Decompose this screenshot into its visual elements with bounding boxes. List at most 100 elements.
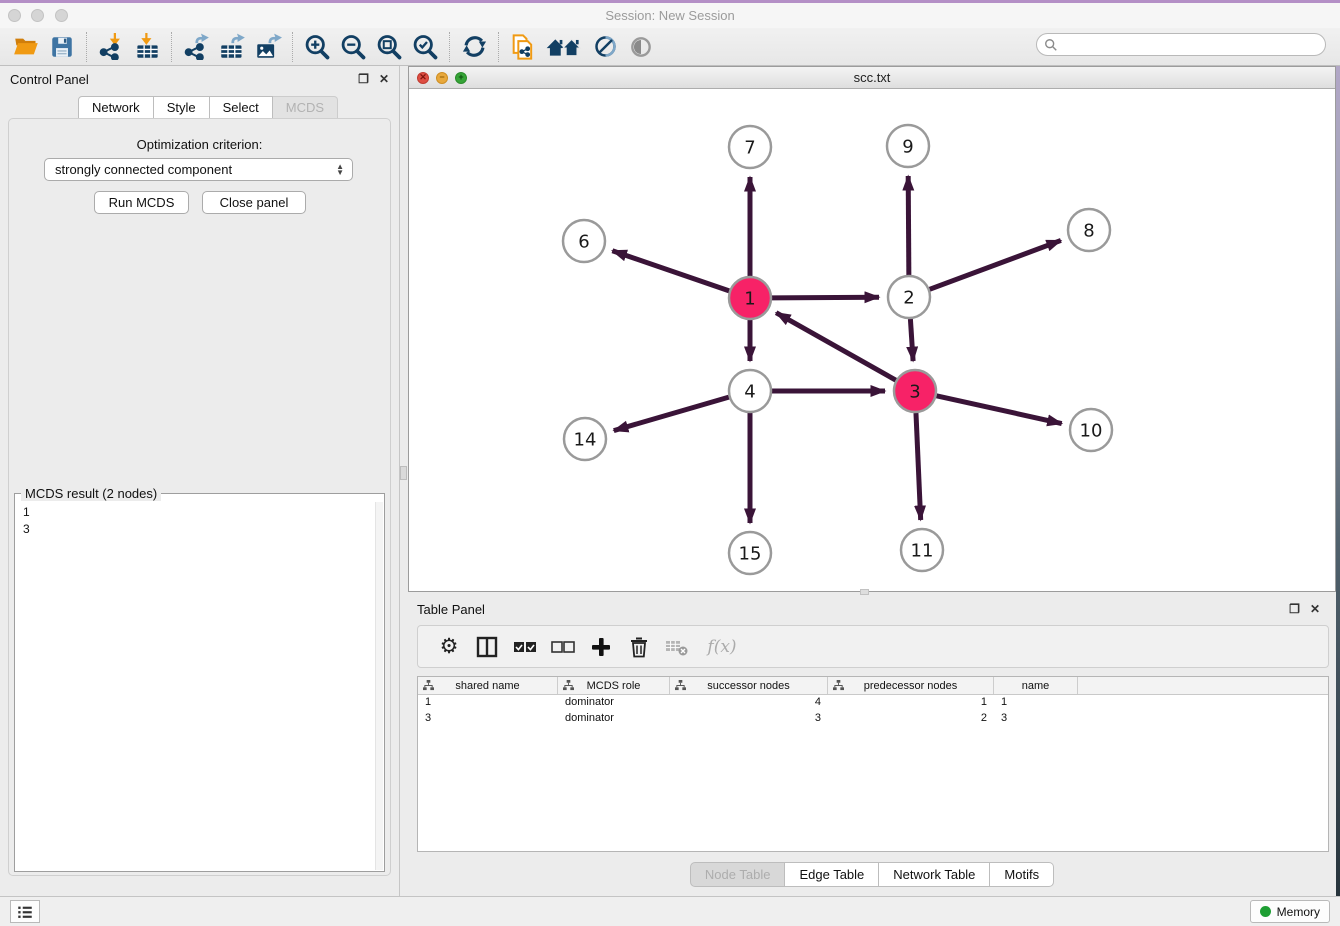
control-panel-close-button[interactable]: ✕	[379, 72, 389, 86]
edge-4-14[interactable]	[614, 397, 729, 430]
table-cell[interactable]: 3	[418, 711, 558, 727]
tab-select[interactable]: Select	[210, 96, 273, 119]
table-settings-button[interactable]: ⚙	[436, 634, 462, 660]
graph-node-3[interactable]: 3	[894, 370, 936, 412]
network-graph-canvas[interactable]: 7 9 6 8 1 2 4 3 14 10 15 11	[409, 89, 1335, 591]
memory-button[interactable]: Memory	[1250, 900, 1330, 923]
node-table-body: 1dominator4113dominator323	[418, 695, 1328, 727]
search-input[interactable]	[1063, 38, 1325, 52]
table-cell[interactable]: 4	[670, 695, 828, 711]
column-header-shared-name[interactable]: shared name	[418, 677, 558, 694]
column-header-MCDS-role[interactable]: MCDS role	[558, 677, 670, 694]
edge-3-10[interactable]	[936, 396, 1061, 424]
tab-mcds[interactable]: MCDS	[273, 96, 338, 119]
table-panel-float-button[interactable]: ❐	[1289, 602, 1300, 616]
search-box[interactable]	[1036, 33, 1326, 56]
graph-node-2[interactable]: 2	[888, 276, 930, 318]
table-cell[interactable]: 1	[994, 695, 1078, 711]
zoom-window-button[interactable]	[55, 9, 68, 22]
column-header-name[interactable]: name	[994, 677, 1078, 694]
export-network-button[interactable]	[181, 32, 211, 62]
import-table-button[interactable]	[132, 32, 162, 62]
table-row[interactable]: 1dominator411	[418, 695, 1328, 711]
add-column-button[interactable]	[588, 634, 614, 660]
graph-node-6[interactable]: 6	[563, 220, 605, 262]
table-cell[interactable]: 1	[828, 695, 994, 711]
edge-2-3[interactable]	[910, 319, 913, 361]
graph-node-8[interactable]: 8	[1068, 209, 1110, 251]
zoom-fit-content-button[interactable]	[374, 32, 404, 62]
graph-node-15[interactable]: 15	[729, 532, 771, 574]
select-all-rows-button[interactable]	[512, 634, 538, 660]
minimize-window-button[interactable]	[31, 9, 44, 22]
export-image-button[interactable]	[253, 32, 283, 62]
status-bar: Memory	[0, 896, 1340, 926]
graph-node-1[interactable]: 1	[729, 277, 771, 319]
graph-node-9[interactable]: 9	[887, 125, 929, 167]
save-session-button[interactable]	[47, 32, 77, 62]
edge-3-1[interactable]	[776, 313, 896, 380]
table-cell[interactable]: 3	[670, 711, 828, 727]
import-table-icon	[134, 33, 161, 60]
column-header-predecessor-nodes[interactable]: predecessor nodes	[828, 677, 994, 694]
tab-style[interactable]: Style	[154, 96, 210, 119]
column-tree-icon	[563, 680, 574, 691]
zoom-out-button[interactable]	[338, 32, 368, 62]
graph-node-14[interactable]: 14	[564, 418, 606, 460]
edge-2-8[interactable]	[930, 240, 1061, 289]
edge-3-11[interactable]	[916, 413, 921, 520]
table-cell[interactable]: dominator	[558, 711, 670, 727]
table-row[interactable]: 3dominator323	[418, 711, 1328, 727]
control-panel-float-button[interactable]: ❐	[358, 72, 369, 86]
show-all-button[interactable]	[626, 32, 656, 62]
column-layout-button[interactable]	[474, 634, 500, 660]
horizontal-splitter-grip[interactable]	[860, 589, 869, 595]
refresh-icon	[461, 33, 488, 60]
tab-motifs[interactable]: Motifs	[990, 862, 1054, 887]
deselect-all-rows-button[interactable]	[550, 634, 576, 660]
table-panel-close-button[interactable]: ✕	[1310, 602, 1320, 616]
zoom-selected-button[interactable]	[410, 32, 440, 62]
open-folder-icon	[13, 33, 40, 60]
export-table-button[interactable]	[217, 32, 247, 62]
table-cell[interactable]: 2	[828, 711, 994, 727]
delete-column-button[interactable]	[626, 634, 652, 660]
tab-network-table[interactable]: Network Table	[879, 862, 990, 887]
graph-node-7[interactable]: 7	[729, 126, 771, 168]
column-header-successor-nodes[interactable]: successor nodes	[670, 677, 828, 694]
close-panel-button[interactable]: Close panel	[202, 191, 306, 214]
search-icon	[1044, 38, 1058, 52]
tab-edge-table[interactable]: Edge Table	[785, 862, 879, 887]
function-builder-button[interactable]: f(x)	[702, 634, 742, 660]
duplicate-network-button[interactable]	[508, 32, 538, 62]
home-view-button[interactable]	[544, 32, 584, 62]
import-network-button[interactable]	[96, 32, 126, 62]
open-session-button[interactable]	[11, 32, 41, 62]
run-mcds-button[interactable]: Run MCDS	[94, 191, 189, 214]
table-cell[interactable]: dominator	[558, 695, 670, 711]
delete-table-button[interactable]	[664, 634, 690, 660]
edge-1-6[interactable]	[612, 251, 729, 291]
vertical-splitter[interactable]	[399, 66, 408, 896]
vertical-splitter-grip[interactable]	[400, 466, 407, 480]
criterion-dropdown[interactable]: strongly connected component ▲▼	[44, 158, 353, 181]
tab-network[interactable]: Network	[78, 96, 154, 119]
memory-button-label: Memory	[1277, 905, 1320, 919]
unchecked-boxes-icon	[551, 639, 575, 655]
hide-selected-button[interactable]	[590, 32, 620, 62]
mcds-result-text[interactable]: 13	[16, 502, 375, 870]
mcds-result-scrollbar[interactable]	[375, 502, 383, 870]
edge-2-9[interactable]	[908, 176, 909, 275]
close-window-button[interactable]	[8, 9, 21, 22]
table-cell[interactable]: 3	[994, 711, 1078, 727]
network-window-titlebar[interactable]: ✕ − + scc.txt	[409, 67, 1335, 89]
graph-node-10[interactable]: 10	[1070, 409, 1112, 451]
graph-node-4[interactable]: 4	[729, 370, 771, 412]
edge-1-2[interactable]	[772, 297, 879, 298]
tab-node-table[interactable]: Node Table	[690, 862, 786, 887]
task-history-button[interactable]	[10, 900, 40, 923]
zoom-in-button[interactable]	[302, 32, 332, 62]
graph-node-11[interactable]: 11	[901, 529, 943, 571]
table-cell[interactable]: 1	[418, 695, 558, 711]
refresh-layout-button[interactable]	[459, 32, 489, 62]
